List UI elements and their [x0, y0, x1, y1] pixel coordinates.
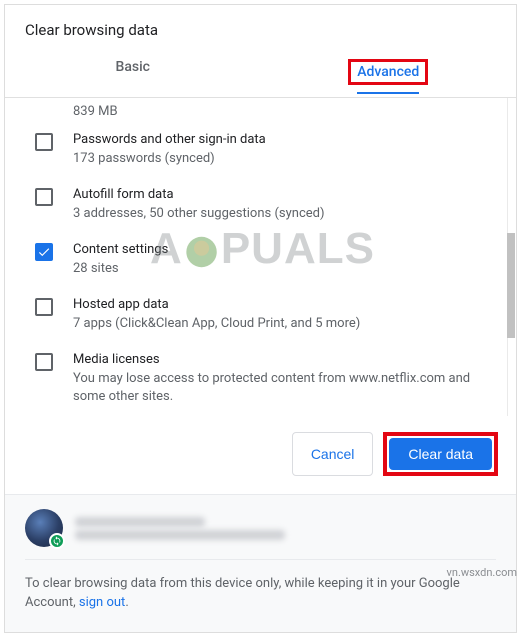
profile-row	[25, 509, 496, 560]
item-title: Hosted app data	[73, 296, 489, 314]
footer: To clear browsing data from this device …	[5, 494, 516, 632]
dialog-title: Clear browsing data	[5, 5, 516, 49]
scrollbar-thumb[interactable]	[507, 233, 515, 338]
source-label: vn.wsxdn.com	[447, 566, 517, 579]
avatar	[25, 509, 63, 547]
footer-text: To clear browsing data from this device …	[25, 574, 496, 612]
item-subtitle: 28 sites	[73, 260, 489, 278]
tab-bar: Basic Advanced	[5, 49, 516, 98]
item-subtitle: 7 apps (Click&Clean App, Cloud Print, an…	[73, 315, 489, 333]
checkbox-content-settings[interactable]	[35, 243, 53, 261]
item-subtitle: 173 passwords (synced)	[73, 150, 489, 168]
tab-basic[interactable]: Basic	[5, 49, 261, 97]
checkbox-autofill[interactable]	[35, 188, 53, 206]
cancel-button[interactable]: Cancel	[292, 432, 374, 476]
list-item: Content settings 28 sites	[5, 233, 507, 288]
tab-advanced[interactable]: Advanced	[261, 49, 517, 97]
dialog-actions: Cancel Clear data	[5, 416, 516, 494]
list-item: Autofill form data 3 addresses, 50 other…	[5, 178, 507, 233]
highlight-box: Clear data	[383, 432, 498, 476]
clear-data-button[interactable]: Clear data	[389, 438, 492, 470]
highlight-box: Advanced	[348, 59, 428, 85]
options-list: 839 MB Passwords and other sign-in data …	[5, 98, 508, 416]
clear-browsing-data-dialog: Clear browsing data Basic Advanced 839 M…	[4, 4, 517, 633]
item-title: Passwords and other sign-in data	[73, 131, 489, 149]
sign-out-link[interactable]: sign out	[79, 595, 125, 610]
tab-label: Advanced	[357, 64, 419, 94]
list-item: Passwords and other sign-in data 173 pas…	[5, 123, 507, 178]
truncated-prev-item-sub: 839 MB	[5, 98, 507, 123]
item-title: Autofill form data	[73, 186, 489, 204]
list-item: Media licenses You may lose access to pr…	[5, 343, 507, 416]
sync-badge-icon	[49, 533, 65, 549]
item-title: Media licenses	[73, 351, 489, 369]
profile-info-redacted	[75, 514, 496, 543]
list-item: Hosted app data 7 apps (Click&Clean App,…	[5, 288, 507, 343]
check-icon	[37, 245, 51, 259]
item-subtitle: 3 addresses, 50 other suggestions (synce…	[73, 205, 489, 223]
checkbox-media-licenses[interactable]	[35, 353, 53, 371]
item-subtitle: You may lose access to protected content…	[73, 370, 489, 406]
footer-text-suffix: .	[125, 595, 128, 610]
tab-label: Basic	[116, 59, 150, 75]
checkbox-passwords[interactable]	[35, 133, 53, 151]
scrollbar[interactable]	[507, 98, 515, 416]
checkbox-hosted-app-data[interactable]	[35, 298, 53, 316]
item-title: Content settings	[73, 241, 489, 259]
